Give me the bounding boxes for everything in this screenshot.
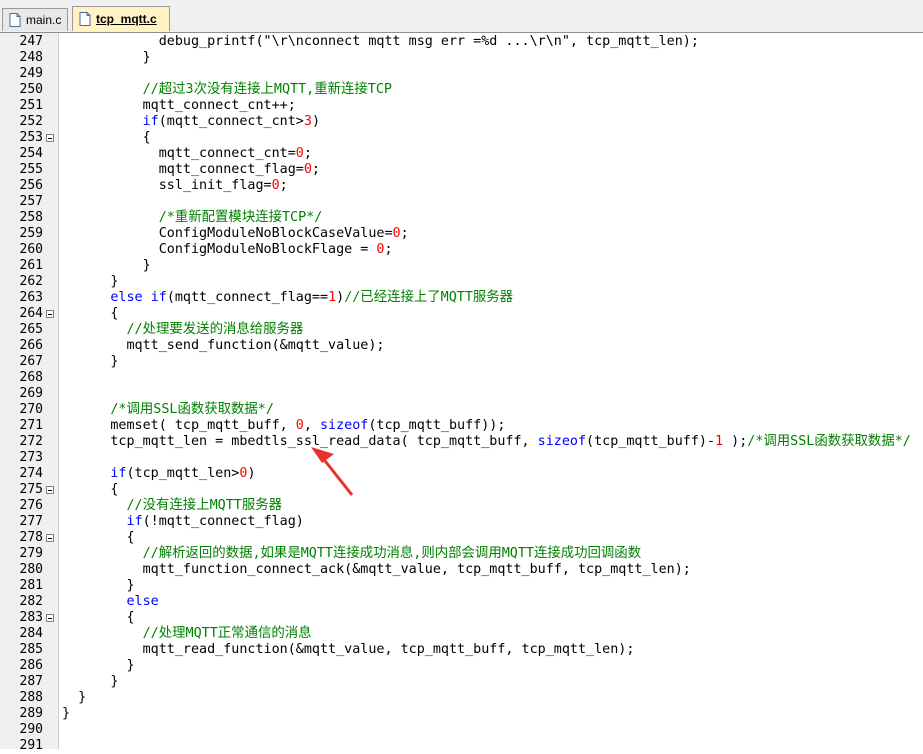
code-editor[interactable]: 247 debug_printf("\r\nconnect mqtt msg e… bbox=[0, 33, 923, 753]
tab-label: main.c bbox=[26, 13, 62, 27]
editor-tab-bar: main.c tcp_mqtt.c bbox=[0, 0, 923, 33]
tab-main-c[interactable]: main.c bbox=[2, 8, 68, 31]
tab-tcp-mqtt-c[interactable]: tcp_mqtt.c bbox=[72, 6, 170, 31]
file-icon bbox=[79, 12, 91, 26]
file-icon bbox=[9, 13, 21, 27]
annotation-arrow bbox=[311, 447, 354, 496]
tab-label: tcp_mqtt.c bbox=[96, 12, 157, 26]
